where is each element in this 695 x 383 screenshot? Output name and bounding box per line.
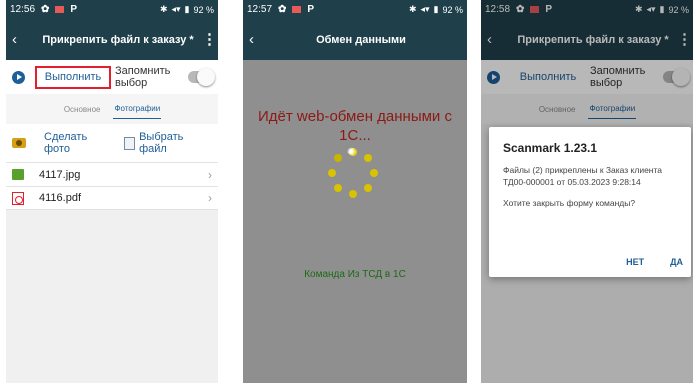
no-button[interactable]: НЕТ [626, 257, 644, 267]
dialog-message: Файлы (2) прикреплены к Заказ клиента ТД… [503, 165, 663, 187]
dialog-question: Хотите закрыть форму команды? [503, 198, 636, 208]
tab-bar: Основное Фотографии [481, 94, 693, 124]
settings-icon: ✿ [41, 4, 50, 15]
app-notification-icon [55, 6, 65, 13]
remember-choice-label: Запомнить выбор [590, 65, 646, 89]
phone-screen-confirm-dialog: 12:58 ✿ P ✱ ◂▾ ▮ 92 % ‹ Прикрепить файл … [481, 0, 693, 383]
title-bar: ‹ Обмен данными [243, 19, 467, 60]
file-name: 4117.jpg [39, 168, 81, 181]
page-title: Прикрепить файл к заказу * [517, 33, 669, 46]
play-icon[interactable] [487, 70, 500, 84]
title-bar: ‹ Прикрепить файл к заказу * ⋮ [481, 19, 693, 60]
file-list: 4117.jpg › 4116.pdf › [6, 162, 218, 210]
remember-choice-toggle[interactable] [188, 68, 215, 86]
signal-icon: ◂▾ [646, 4, 656, 14]
run-button[interactable]: Выполнить [510, 66, 586, 89]
file-picker-icon[interactable] [124, 136, 136, 150]
settings-icon: ✿ [278, 4, 287, 15]
file-name: 4116.pdf [39, 192, 82, 204]
page-title: Прикрепить файл к заказу * [42, 33, 194, 46]
chevron-right-icon: › [208, 167, 212, 182]
run-button[interactable]: Выполнить [35, 65, 111, 89]
image-file-icon [12, 169, 24, 180]
app-notification-icon [292, 6, 302, 13]
confirm-dialog: Scanmark 1.23.1 Файлы (2) прикреплены к … [489, 127, 691, 277]
back-arrow-icon[interactable]: ‹ [487, 32, 509, 47]
p-notification-icon: P [70, 4, 78, 15]
battery-level: 92 % [668, 4, 689, 15]
battery-icon: ▮ [659, 4, 665, 14]
bluetooth-icon: ✱ [634, 4, 643, 14]
page-title: Обмен данными [316, 33, 406, 46]
tab-photos[interactable]: Фотографии [588, 99, 637, 119]
signal-icon: ◂▾ [420, 4, 430, 14]
battery-level: 92 % [442, 4, 463, 15]
settings-icon: ✿ [516, 4, 525, 15]
list-item[interactable]: 4116.pdf › [6, 186, 218, 210]
action-row: Выполнить Запомнить выбор [6, 60, 218, 94]
remember-choice-label: Запомнить выбор [115, 65, 171, 89]
tab-main[interactable]: Основное [538, 100, 577, 119]
back-arrow-icon[interactable]: ‹ [12, 32, 34, 47]
status-time: 12:57 [247, 4, 273, 15]
yes-button[interactable]: ДА [670, 257, 683, 267]
title-bar: ‹ Прикрепить файл к заказу * ⋮ [6, 19, 218, 60]
remember-choice-toggle[interactable] [663, 68, 690, 86]
tab-bar: Основное Фотографии [6, 94, 218, 124]
status-bar: 12:58 ✿ P ✱ ◂▾ ▮ 92 % [481, 0, 693, 19]
take-photo-button[interactable]: Сделать фото [44, 131, 114, 155]
phone-screen-attach-file: 12:56 ✿ P ✱ ◂▾ ▮ 92 % ‹ Прикрепить файл … [6, 0, 218, 383]
camera-icon[interactable] [12, 138, 26, 148]
status-time: 12:58 [485, 4, 511, 15]
status-bar: 12:57 ✿ P ✱ ◂▾ ▮ 92 % [243, 0, 467, 19]
p-notification-icon: P [307, 4, 315, 15]
exchange-direction-text: Команда Из ТСД в 1С [304, 269, 406, 280]
status-bar: 12:56 ✿ P ✱ ◂▾ ▮ 92 % [6, 0, 218, 19]
signal-icon: ◂▾ [171, 4, 181, 14]
action-row: Выполнить Запомнить выбор [481, 60, 693, 94]
tab-photos[interactable]: Фотографии [113, 99, 162, 119]
phone-screen-data-exchange: 12:57 ✿ P ✱ ◂▾ ▮ 92 % ‹ Обмен данными Ид… [243, 0, 467, 383]
status-time: 12:56 [10, 4, 36, 15]
bluetooth-icon: ✱ [159, 4, 168, 14]
sparkle-icon: ✺ [347, 147, 356, 158]
tab-main[interactable]: Основное [63, 100, 102, 119]
choose-file-button[interactable]: Выбрать файл [139, 131, 212, 155]
overflow-menu-icon[interactable]: ⋮ [202, 32, 217, 47]
play-icon[interactable] [12, 70, 25, 84]
exchange-progress-text: Идёт web-обмен данными с 1С... [258, 108, 452, 144]
p-notification-icon: P [545, 4, 553, 15]
battery-level: 92 % [193, 4, 214, 15]
photo-actions-row: Сделать фото Выбрать файл [6, 124, 218, 162]
back-arrow-icon[interactable]: ‹ [249, 32, 271, 47]
pdf-file-icon [12, 191, 24, 205]
battery-icon: ▮ [433, 4, 439, 14]
overflow-menu-icon[interactable]: ⋮ [677, 32, 692, 47]
bluetooth-icon: ✱ [408, 4, 417, 14]
dialog-title: Scanmark 1.23.1 [503, 141, 598, 155]
list-item[interactable]: 4117.jpg › [6, 162, 218, 186]
chevron-right-icon: › [208, 191, 212, 205]
app-notification-icon [530, 6, 540, 13]
battery-icon: ▮ [184, 4, 190, 14]
